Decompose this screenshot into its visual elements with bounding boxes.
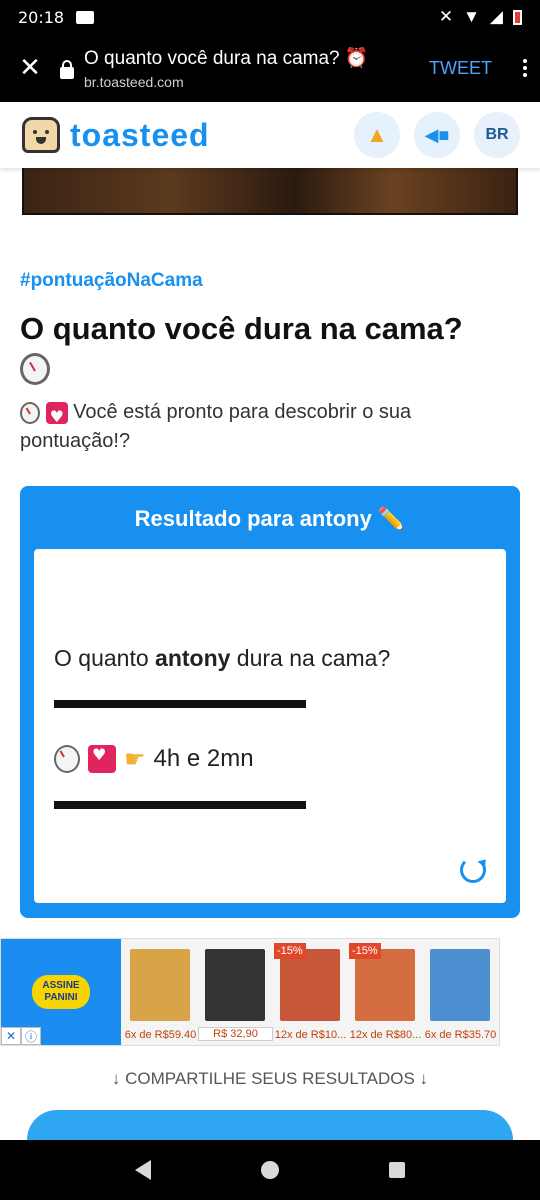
custom-tab-bar: ✕ O quanto você dura na cama? ⏰ br.toast…: [0, 34, 540, 102]
result-value: 4h e 2mn: [153, 745, 254, 772]
product-thumbnail: [130, 949, 190, 1021]
ad-product[interactable]: 6x de R$59.40: [123, 943, 198, 1043]
recents-icon[interactable]: [389, 1162, 405, 1178]
intro-copy: Você está pronto para descobrir o sua po…: [20, 401, 412, 452]
intro-text: Você está pronto para descobrir o sua po…: [20, 398, 520, 456]
toast-logo-icon[interactable]: [22, 117, 60, 153]
product-thumbnail: [280, 949, 340, 1021]
divider-bar: [54, 801, 306, 809]
tweet-action-button[interactable]: TWEET: [429, 58, 492, 79]
alarm-clock-icon: [20, 401, 40, 424]
discount-badge: -15%: [349, 943, 381, 959]
close-icon[interactable]: ✕: [0, 53, 60, 83]
product-price: R$ 32,90: [198, 1027, 273, 1041]
result-question: O quanto antony dura na cama?: [54, 645, 390, 672]
result-card-body: O quanto antony dura na cama? ☛ 4h e 2mn: [34, 549, 506, 903]
ad-banner[interactable]: ASSINE PANINI ✕ ⓘ 6x de R$59.40 R$ 32,90…: [0, 938, 500, 1046]
product-thumbnail: [430, 949, 490, 1021]
question-prefix: O quanto: [54, 645, 156, 671]
header-actions: ▲ ◀■ BR: [354, 112, 520, 158]
trending-fire-button[interactable]: ▲: [354, 112, 400, 158]
question-suffix: dura na cama?: [230, 645, 391, 671]
ad-controls: ✕ ⓘ: [1, 1027, 41, 1045]
status-bar: 20:18 ✕ ▼ ◢: [0, 0, 540, 34]
language-button[interactable]: BR: [474, 112, 520, 158]
hero-image: [22, 168, 518, 215]
alarm-clock-icon: [54, 745, 80, 773]
panini-badge[interactable]: ASSINE PANINI: [32, 975, 90, 1009]
ad-info-icon[interactable]: ⓘ: [21, 1027, 41, 1045]
product-price: 12x de R$10...: [274, 1029, 347, 1041]
result-line: ☛ 4h e 2mn: [54, 745, 254, 773]
wifi-icon: ▼: [463, 7, 480, 26]
question-name: antony: [155, 645, 231, 671]
heart-icon: [88, 745, 116, 773]
discount-badge: -15%: [274, 943, 306, 959]
alarm-clock-icon: [20, 352, 50, 385]
badge-line1: ASSINE: [42, 980, 80, 991]
site-logo-text[interactable]: toasteed: [70, 117, 210, 154]
ad-products: 6x de R$59.40 R$ 32,90 -15% 12x de R$10.…: [123, 943, 498, 1043]
system-nav-bar: [0, 1140, 540, 1200]
product-thumbnail: [355, 949, 415, 1021]
page-title: O quanto você dura na cama?: [20, 310, 520, 386]
result-card-title: Resultado para antony ✏️: [134, 506, 406, 531]
result-card: Resultado para antony ✏️ O quanto antony…: [20, 486, 520, 918]
back-icon[interactable]: [135, 1160, 151, 1180]
ad-product[interactable]: -15% 12x de R$10...: [273, 943, 348, 1043]
lock-icon: [60, 60, 74, 79]
ad-product[interactable]: 6x de R$35.70: [423, 943, 498, 1043]
announce-button[interactable]: ◀■: [414, 112, 460, 158]
page-title-text: O quanto você dura na cama?: [20, 311, 463, 346]
hashtag-link[interactable]: #pontuaçãoNaCama: [20, 270, 203, 292]
tab-titles: O quanto você dura na cama? ⏰ br.toastee…: [84, 46, 429, 90]
share-results-label: ↓ COMPARTILHE SEUS RESULTADOS ↓: [111, 1069, 429, 1088]
clock-time: 20:18: [18, 7, 65, 27]
home-icon[interactable]: [261, 1161, 279, 1179]
product-price: 6x de R$35.70: [424, 1029, 497, 1041]
product-price: 6x de R$59.40: [124, 1029, 197, 1041]
battery-icon: [513, 9, 522, 25]
mail-icon: [76, 10, 95, 24]
divider-bar: [54, 700, 306, 708]
fire-icon: ▲: [366, 122, 388, 147]
product-price: 12x de R$80...: [349, 1029, 422, 1041]
mute-icon: ✕: [438, 7, 454, 26]
badge-line2: PANINI: [44, 992, 78, 1003]
product-thumbnail: [205, 949, 265, 1021]
signal-icon: ◢: [489, 7, 503, 26]
ad-product[interactable]: -15% 12x de R$80...: [348, 943, 423, 1043]
tab-title: O quanto você dura na cama? ⏰: [84, 48, 369, 69]
pointing-hand-icon: ☛: [124, 745, 146, 773]
tab-host: br.toasteed.com: [84, 74, 184, 90]
refresh-icon[interactable]: [460, 857, 486, 883]
site-header: toasteed ▲ ◀■ BR: [0, 102, 540, 168]
heart-icon: [45, 401, 68, 431]
ad-close-icon[interactable]: ✕: [1, 1027, 21, 1045]
megaphone-icon: ◀■: [424, 124, 450, 145]
overflow-menu-icon[interactable]: [510, 59, 540, 77]
ad-product[interactable]: R$ 32,90: [198, 943, 273, 1043]
status-icons: ✕ ▼ ◢: [439, 7, 522, 27]
